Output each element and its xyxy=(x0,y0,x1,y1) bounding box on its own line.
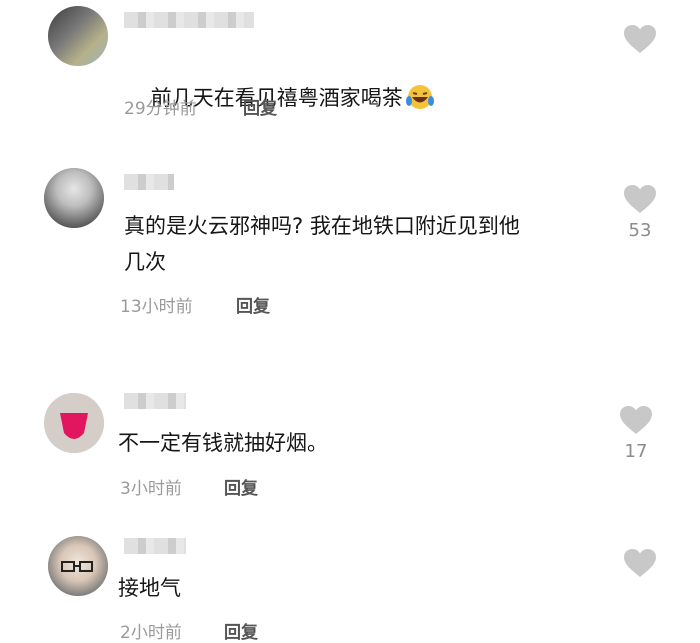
username-blurred[interactable] xyxy=(124,538,186,554)
avatar[interactable] xyxy=(48,536,108,596)
comment-time: 2小时前 xyxy=(120,623,182,643)
heart-icon xyxy=(624,549,656,577)
comment-text: 真的是火云邪神吗? 我在地铁口附近见到他 几次 xyxy=(124,214,520,274)
reply-button[interactable]: 回复 xyxy=(243,94,277,119)
like-button[interactable]: 17 xyxy=(616,405,656,462)
username-blurred[interactable] xyxy=(124,393,186,409)
comment-text: 不一定有钱就抽好烟。 xyxy=(118,431,328,455)
comment-time: 13小时前 xyxy=(120,297,193,317)
avatar[interactable] xyxy=(44,393,104,453)
like-count: 53 xyxy=(628,220,652,241)
pink-shape-icon xyxy=(60,413,88,439)
heart-icon xyxy=(624,185,656,213)
like-button[interactable]: 53 xyxy=(620,184,660,241)
comment-item: 前几天在看见禧粤酒家喝茶 29分钟前 回复 xyxy=(0,0,700,130)
reply-button[interactable]: 回复 xyxy=(224,618,258,643)
avatar[interactable] xyxy=(44,168,104,228)
reply-button[interactable]: 回复 xyxy=(236,292,270,317)
like-count: 17 xyxy=(624,441,648,462)
comment-text: 接地气 xyxy=(118,576,181,600)
like-button[interactable] xyxy=(620,548,660,584)
avatar[interactable] xyxy=(48,6,108,66)
comment-time: 3小时前 xyxy=(120,479,182,499)
laughing-crying-face-icon xyxy=(405,83,435,122)
like-button[interactable] xyxy=(620,24,660,60)
reply-button[interactable]: 回复 xyxy=(224,474,258,499)
heart-icon xyxy=(620,406,652,434)
comment-item: 真的是火云邪神吗? 我在地铁口附近见到他 几次 13小时前 回复 53 xyxy=(0,160,700,330)
username-blurred[interactable] xyxy=(124,174,174,190)
comment-item: 不一定有钱就抽好烟。 3小时前 回复 17 xyxy=(0,385,700,505)
comment-time: 29分钟前 xyxy=(124,99,197,119)
heart-icon xyxy=(624,25,656,53)
comment-item: 接地气 2小时前 回复 xyxy=(0,530,700,643)
glasses-icon xyxy=(61,561,93,572)
username-blurred[interactable] xyxy=(124,12,254,28)
